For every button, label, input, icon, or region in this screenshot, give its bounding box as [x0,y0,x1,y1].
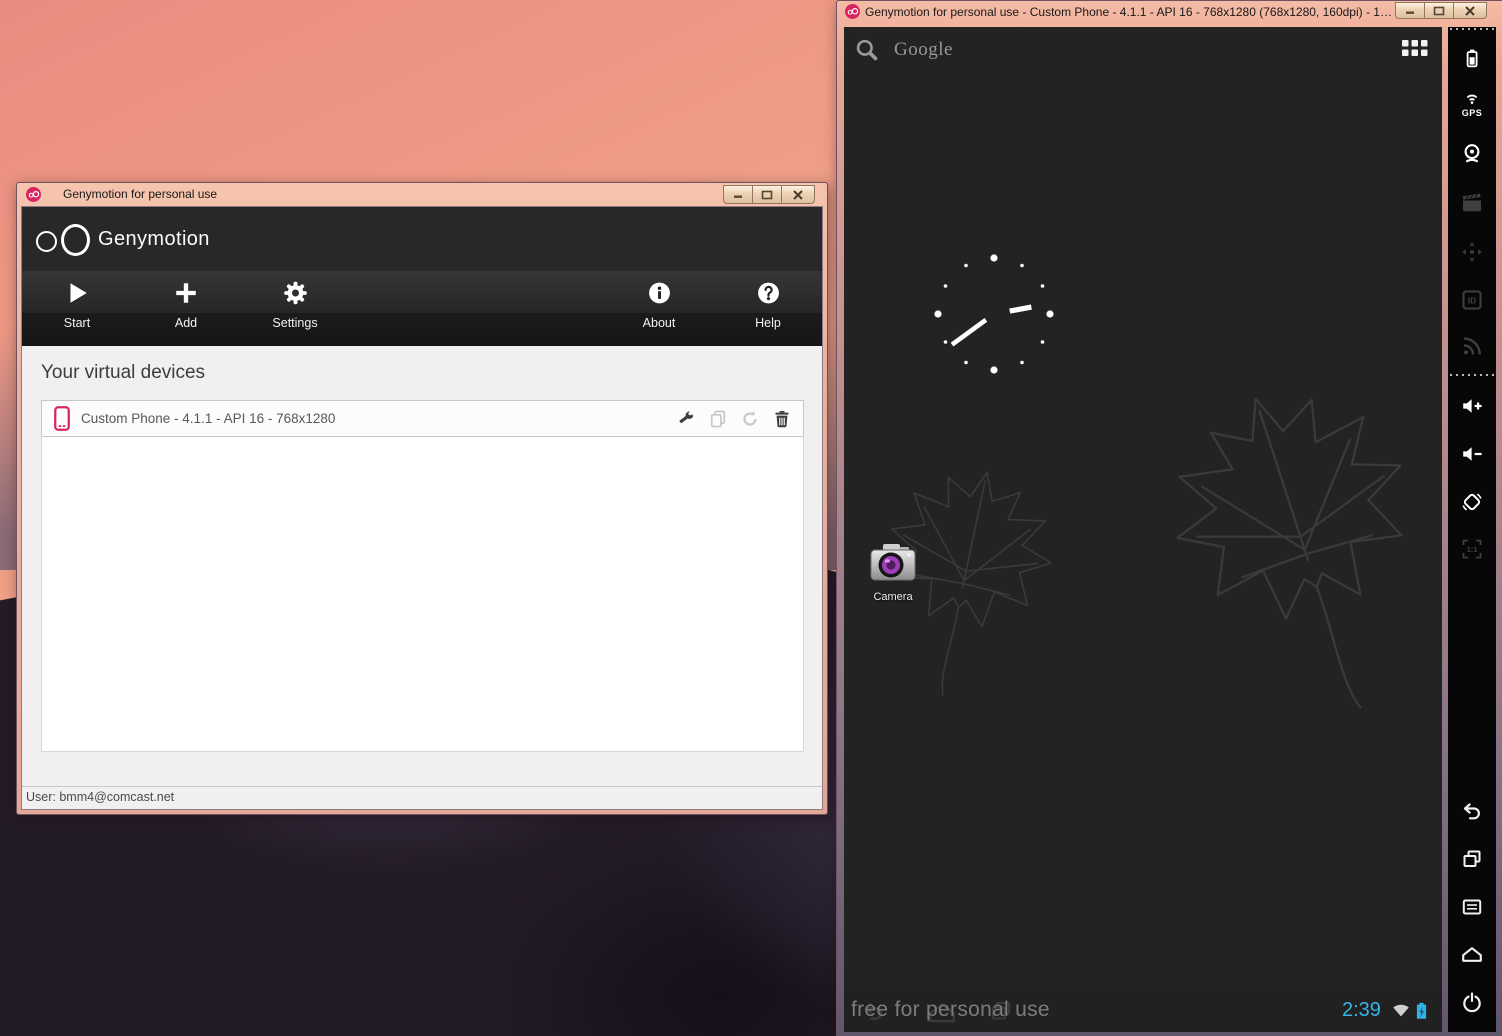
gps-label: GPS [1458,108,1486,118]
status-time: 2:39 [1342,999,1381,1022]
sidebar-separator [1450,374,1494,376]
about-label: About [611,316,707,330]
search-icon [854,37,880,63]
close-button[interactable] [781,185,815,204]
webcam-button[interactable] [1460,142,1484,166]
minimize-icon [1404,6,1416,15]
android-navigation-bar: free for personal use 2:39 [844,991,1442,1032]
manager-toolbar: Start Add [22,271,822,347]
play-icon [29,279,125,311]
device-name: Custom Phone - 4.1.1 - API 16 - 768x1280 [81,411,335,426]
emulator-window-title: Genymotion for personal use - Custom Pho… [865,5,1393,19]
configure-wrench-button[interactable] [676,409,696,429]
maple-leaf-wallpaper [844,357,1442,787]
emulator-window: Genymotion for personal use - Custom Pho… [836,0,1502,1036]
phone-icon [53,405,71,432]
free-license-watermark: free for personal use [851,998,1050,1022]
back-button[interactable] [1460,799,1484,823]
device-details-panel [41,437,804,752]
genymotion-logo-o-icon [36,231,57,252]
logged-in-user: User: bmm4@comcast.net [26,790,174,804]
gear-icon [247,279,343,311]
camera-app-shortcut[interactable]: Camera [856,541,930,603]
maximize-button[interactable] [752,185,782,204]
camera-app-icon [869,541,917,583]
google-search-label: Google [894,39,953,61]
close-icon [1465,6,1476,16]
manager-header: Genymotion [22,207,822,271]
minimize-icon [732,190,744,199]
maximize-icon [761,190,773,200]
brand-title: Genymotion [98,207,210,271]
genymotion-sidebar: GPS ID [1448,27,1496,1032]
gps-signal-icon [1460,90,1484,105]
minute-hand [952,320,986,345]
minimize-button[interactable] [1395,2,1425,19]
maximize-icon [1433,6,1445,16]
analog-clock-widget[interactable] [932,252,1056,376]
factory-reset-button[interactable] [740,409,760,429]
settings-label: Settings [247,316,343,330]
close-button[interactable] [1453,2,1487,19]
device-id-button[interactable]: ID [1460,288,1484,312]
volume-down-button[interactable] [1460,442,1484,466]
question-icon [720,279,816,311]
one-to-one-scale-button[interactable]: 1:1 [1460,537,1484,561]
genymotion-manager-window: Genymotion for personal use Genymotion [16,182,828,815]
genymotion-logo-O-icon [61,224,90,256]
start-label: Start [29,316,125,330]
add-button[interactable]: Add [138,279,234,330]
hour-hand [1010,307,1032,311]
volume-up-button[interactable] [1460,394,1484,418]
camera-app-label: Camera [856,591,930,603]
rotate-screen-button[interactable] [1460,490,1484,514]
genymotion-logo-icon [845,4,860,19]
google-search-bar[interactable]: Google [854,35,953,65]
add-label: Add [138,316,234,330]
help-label: Help [720,316,816,330]
dpad-navigation-button[interactable] [1460,240,1484,264]
info-icon [611,279,707,311]
devices-heading: Your virtual devices [41,362,205,384]
close-icon [793,190,804,200]
desktop-wallpaper: Genymotion for personal use Genymotion [0,0,1502,1036]
home-button[interactable] [1460,942,1484,966]
manager-titlebar[interactable]: Genymotion for personal use [17,183,827,206]
screencast-clapperboard-button[interactable] [1460,191,1484,215]
minimize-button[interactable] [723,185,753,204]
gps-button[interactable]: GPS [1458,90,1486,118]
recent-apps-button[interactable] [1460,847,1484,871]
android-screen: Google [844,27,1442,1032]
device-row[interactable]: Custom Phone - 4.1.1 - API 16 - 768x1280 [41,400,804,437]
start-button[interactable]: Start [29,279,125,330]
duplicate-button[interactable] [708,409,728,429]
sidebar-separator [1450,28,1494,30]
help-button[interactable]: Help [720,279,816,330]
menu-button[interactable] [1460,895,1484,919]
about-button[interactable]: About [611,279,707,330]
all-apps-button[interactable] [1402,40,1428,57]
emulator-titlebar[interactable]: Genymotion for personal use - Custom Pho… [837,1,1502,24]
wifi-status-icon [1391,1000,1411,1018]
maximize-button[interactable] [1424,2,1454,19]
manager-statusbar: User: bmm4@comcast.net [22,786,822,809]
scale-label: 1:1 [1467,545,1478,554]
battery-button[interactable] [1460,46,1484,70]
device-list: Custom Phone - 4.1.1 - API 16 - 768x1280 [41,400,804,752]
manager-window-title: Genymotion for personal use [63,187,217,201]
id-label: ID [1468,296,1477,306]
battery-charging-icon [1413,999,1430,1023]
network-signal-button[interactable] [1460,334,1484,358]
manager-content: Your virtual devices Custom Phone - 4.1.… [22,346,822,787]
delete-trash-button[interactable] [772,409,792,429]
plus-icon [138,279,234,311]
genymotion-logo-icon [26,187,41,202]
manager-body: Genymotion Start Add [21,206,823,810]
power-button[interactable] [1460,991,1484,1015]
settings-button[interactable]: Settings [247,279,343,330]
